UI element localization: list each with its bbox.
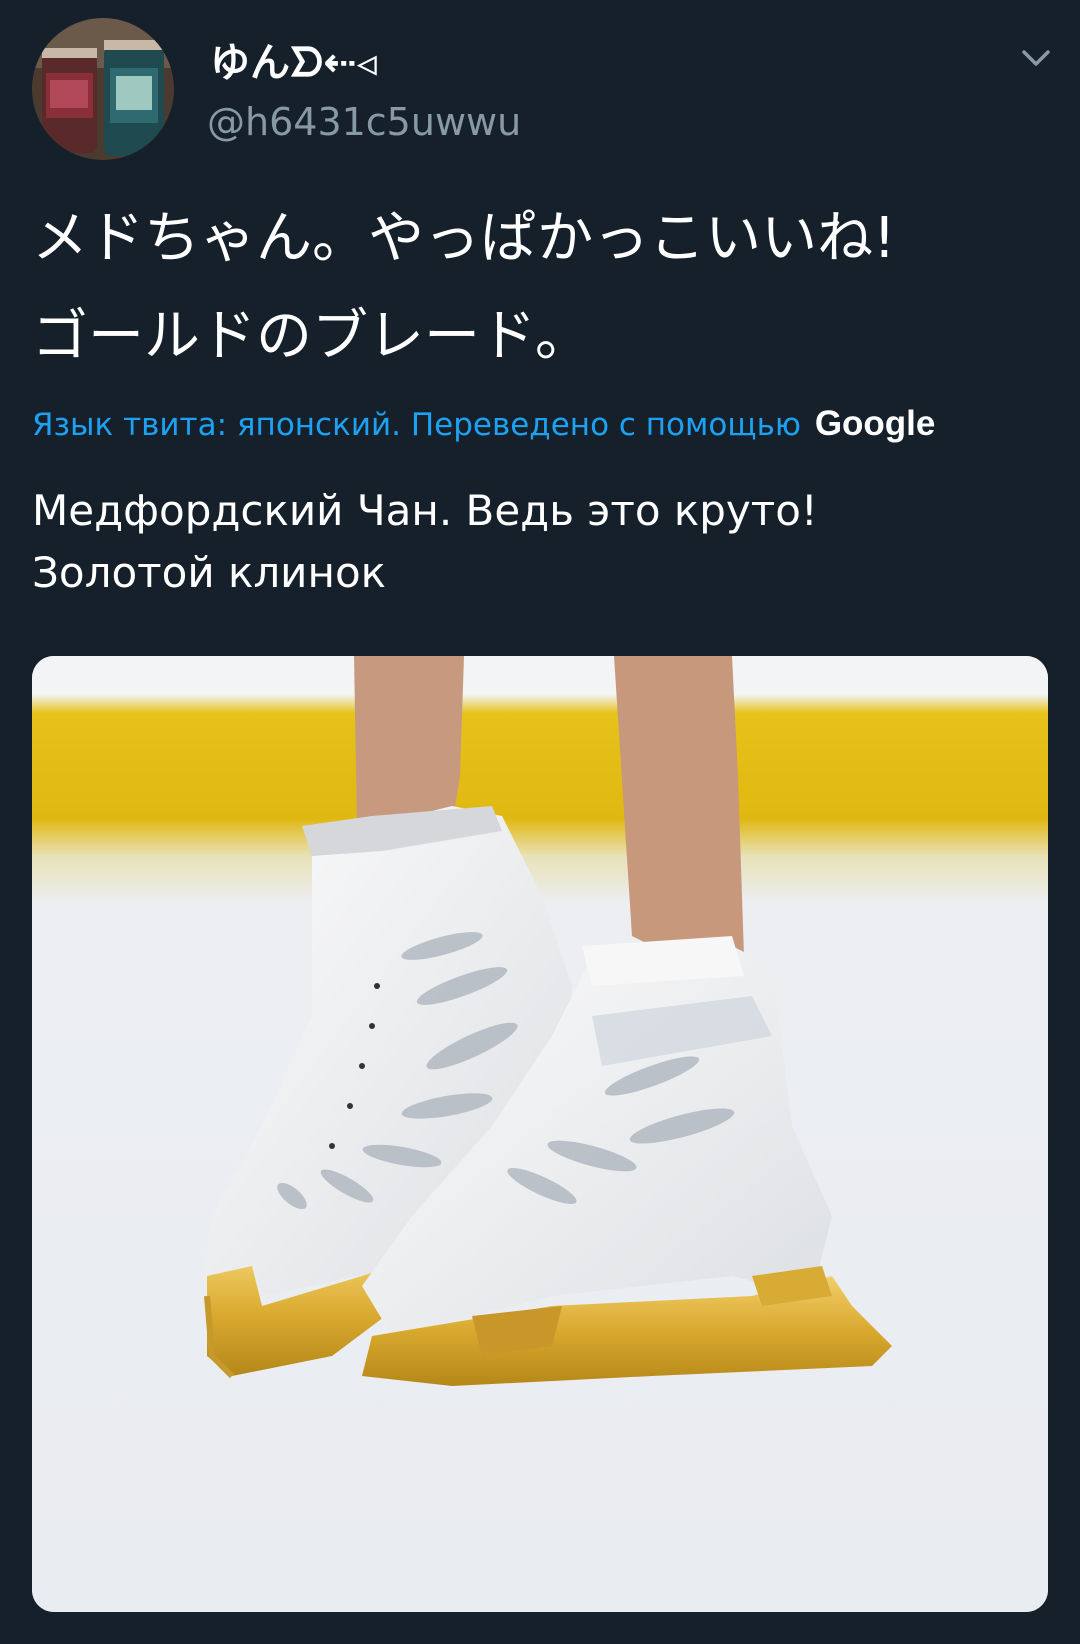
translation-notice: Язык твита: японский. Переведено с помощ…	[32, 404, 935, 444]
user-handle[interactable]: @h6431c5uwwu	[207, 100, 521, 144]
tweet-text-line: メドちゃん。やっぱかっこいいね!	[32, 206, 896, 271]
translated-text-line: Медфордский Чан. Ведь это круто!	[32, 486, 818, 535]
tweet-text: メドちゃん。やっぱかっこいいね! ゴールドのブレード。	[32, 190, 1042, 386]
translated-text: Медфордский Чан. Ведь это круто! Золотой…	[32, 480, 1042, 604]
figure-skates-photo	[32, 656, 1048, 1612]
display-name[interactable]: ゆんᗤ⇠◃	[210, 30, 377, 88]
tweet-text-line: ゴールドのブレード。	[32, 304, 591, 369]
chevron-down-icon[interactable]	[1018, 40, 1054, 76]
avatar-photo	[32, 18, 174, 160]
google-logo: Google	[814, 404, 936, 443]
avatar[interactable]	[32, 18, 174, 160]
tweet-media[interactable]	[32, 656, 1048, 1612]
translation-notice-link[interactable]: Язык твита: японский. Переведено с помощ…	[32, 407, 801, 443]
translated-text-line: Золотой клинок	[32, 548, 387, 597]
